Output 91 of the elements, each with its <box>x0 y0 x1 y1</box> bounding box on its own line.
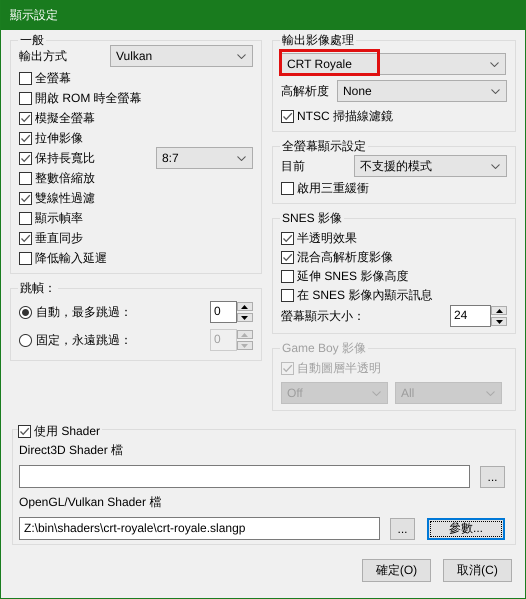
browse-button[interactable]: ... <box>480 466 505 488</box>
dialog-button[interactable]: 取消(C) <box>443 559 512 582</box>
checkbox[interactable] <box>280 232 294 244</box>
window-title: 顯示設定 <box>10 6 58 24</box>
checkbox-label: 降低輸入延遲 <box>35 250 107 266</box>
down-arrow-icon <box>241 316 248 320</box>
down-arrow-icon <box>241 344 248 348</box>
check-icon <box>282 252 293 262</box>
group-title: 跳幀： <box>18 281 58 296</box>
checkbox-label: 整數倍縮放 <box>35 170 95 186</box>
group-title: Game Boy 影像 <box>280 341 368 356</box>
checkbox-label: 雙線性過濾 <box>35 190 95 206</box>
checkbox[interactable] <box>19 212 32 224</box>
group-title: 一般 <box>18 33 46 48</box>
spin-down-button[interactable] <box>236 313 253 322</box>
checkbox-label: 垂直同步 <box>35 230 83 246</box>
field-label: OpenGL/Vulkan Shader 檔 <box>19 494 162 511</box>
checkbox[interactable] <box>19 112 32 124</box>
up-arrow-icon <box>496 308 502 312</box>
checkbox[interactable] <box>19 92 32 104</box>
radio-label: 固定，永遠跳過： <box>36 332 132 348</box>
down-arrow-icon <box>496 320 502 324</box>
field-label: 高解析度 <box>280 82 329 100</box>
path-field[interactable]: Z:\bin\shaders\crt-royale\crt-royale.slangp <box>19 517 380 540</box>
checkbox-label: 顯示幀率 <box>35 210 83 226</box>
caret-icon <box>236 156 246 160</box>
up-arrow-icon <box>241 304 248 308</box>
checkbox-label: 模擬全螢幕 <box>35 110 95 126</box>
checkbox-label: 使用 Shader <box>34 422 100 440</box>
check-icon <box>20 232 31 244</box>
check-icon <box>20 152 31 164</box>
checkbox[interactable] <box>280 110 294 122</box>
checkbox-label: 自動圖層半透明 <box>296 360 381 376</box>
checkbox[interactable] <box>280 182 294 194</box>
check-icon <box>20 132 31 144</box>
caret-icon <box>490 62 499 66</box>
checkbox-label: 開啟 ROM 時全螢幕 <box>35 90 142 106</box>
dropdown[interactable]: 8:7 <box>156 147 253 169</box>
checkbox-label: 混合高解析度影像 <box>296 248 393 266</box>
spin-field: 0 <box>210 329 237 351</box>
checkbox[interactable] <box>19 172 32 184</box>
dialog-button[interactable]: 確定(O) <box>362 559 431 582</box>
checkbox[interactable] <box>18 424 31 438</box>
checkbox[interactable] <box>19 192 32 204</box>
checkbox-label: 全螢幕 <box>35 70 71 86</box>
spin-field[interactable]: 24 <box>450 305 491 327</box>
dropdown[interactable]: Vulkan <box>110 45 253 67</box>
field-label: 輸出方式 <box>19 48 67 64</box>
caret-icon <box>372 390 381 396</box>
checkbox[interactable] <box>280 288 294 302</box>
radio-label: 自動，最多跳過： <box>36 304 132 320</box>
check-icon <box>282 232 293 244</box>
checkbox[interactable] <box>19 232 32 244</box>
group-title: SNES 影像 <box>280 211 344 226</box>
dropdown[interactable]: None <box>337 80 507 102</box>
check-icon <box>20 192 31 204</box>
checkbox-label: 啟用三重緩衝 <box>296 180 369 196</box>
checkbox[interactable] <box>280 270 294 282</box>
caret-icon <box>491 164 500 168</box>
checkbox-label: NTSC 掃描線濾鏡 <box>296 108 393 124</box>
check-icon <box>20 112 31 124</box>
caret-icon <box>236 54 246 58</box>
checkbox[interactable] <box>19 132 32 144</box>
field-label: 目前 <box>280 158 305 174</box>
caret-icon <box>491 88 500 94</box>
checkbox-label: 拉伸影像 <box>35 130 83 146</box>
checkbox[interactable] <box>19 252 32 264</box>
check-icon <box>19 426 30 436</box>
checkbox[interactable] <box>280 250 294 264</box>
spin-field[interactable]: 0 <box>210 301 237 323</box>
checkbox-label: 延伸 SNES 影像高度 <box>296 268 408 284</box>
checkbox-label: 半透明效果 <box>296 230 357 246</box>
browse-button[interactable]: ... <box>390 518 415 540</box>
spin-up-button[interactable] <box>236 302 253 311</box>
field-label: 螢幕顯示大小： <box>280 308 365 324</box>
radio-button[interactable] <box>19 306 32 318</box>
checkbox[interactable] <box>19 72 32 84</box>
group-title: 輸出影像處理 <box>280 33 356 48</box>
dropdown[interactable]: 不支援的模式 <box>354 155 507 177</box>
group-title: 全螢幕顯示設定 <box>280 139 368 154</box>
path-field[interactable] <box>19 465 470 488</box>
spin-up-button[interactable] <box>491 306 507 315</box>
up-arrow-icon <box>241 332 248 336</box>
checkbox[interactable] <box>19 152 32 164</box>
checkbox-label: 在 SNES 影像內顯示訊息 <box>296 286 432 304</box>
spin-down-button[interactable] <box>491 317 507 326</box>
checkbox-label: 保持長寬比 <box>35 150 95 166</box>
parameters-button[interactable]: 參數... <box>427 518 505 540</box>
caret-icon <box>486 390 495 396</box>
field-label: Direct3D Shader 檔 <box>19 442 124 459</box>
check-icon <box>282 110 293 122</box>
